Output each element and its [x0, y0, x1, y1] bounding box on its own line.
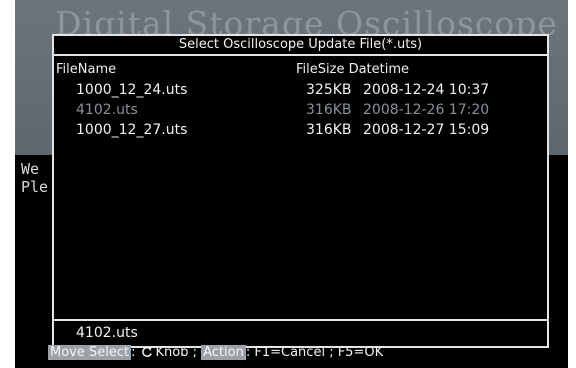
colon: : [245, 345, 251, 360]
dialog-title: Select Oscilloscope Update File(*.uts) [54, 36, 547, 56]
action-label: Action [201, 345, 246, 360]
file-select-dialog: Select Oscilloscope Update File(*.uts) F… [52, 34, 549, 348]
file-size: 316KB [306, 122, 352, 138]
column-header-filename: FileName [56, 62, 117, 77]
file-datetime: 2008-12-27 15:09 [363, 122, 490, 138]
file-row-selected[interactable]: 4102.uts 316KB 2008-12-26 17:20 [54, 102, 547, 122]
knob-label: Knob ; [155, 345, 197, 360]
oscilloscope-screen: Digital Storage Oscilloscope We Ple Sele… [15, 0, 568, 368]
colon: : [131, 345, 136, 360]
file-datetime: 2008-12-24 10:37 [363, 82, 490, 98]
file-name: 4102.uts [76, 102, 138, 118]
background-text-line2: Ple [21, 178, 49, 196]
file-row[interactable]: 1000_12_27.uts 316KB 2008-12-27 15:09 [54, 122, 547, 142]
command-keys: F1=Cancel ; F5=OK [254, 345, 384, 360]
background-text-line1: We [21, 160, 40, 178]
file-size: 325KB [306, 82, 352, 98]
file-name: 1000_12_27.uts [76, 122, 188, 138]
file-row[interactable]: 1000_12_24.uts 325KB 2008-12-24 10:37 [54, 82, 547, 102]
selected-file-name: 4102.uts [76, 325, 138, 341]
rotate-knob-icon [141, 346, 152, 357]
file-name: 1000_12_24.uts [76, 82, 188, 98]
file-size: 316KB [306, 102, 352, 118]
file-datetime: 2008-12-26 17:20 [363, 102, 490, 118]
column-header-filesize-datetime: FileSize Datetime [296, 62, 410, 77]
footer-hint-bar: Move Select: Knob ; Action: F1=Cancel ; … [48, 343, 383, 363]
move-select-label: Move Select [48, 345, 132, 360]
selected-file-field: 4102.uts [54, 319, 547, 346]
